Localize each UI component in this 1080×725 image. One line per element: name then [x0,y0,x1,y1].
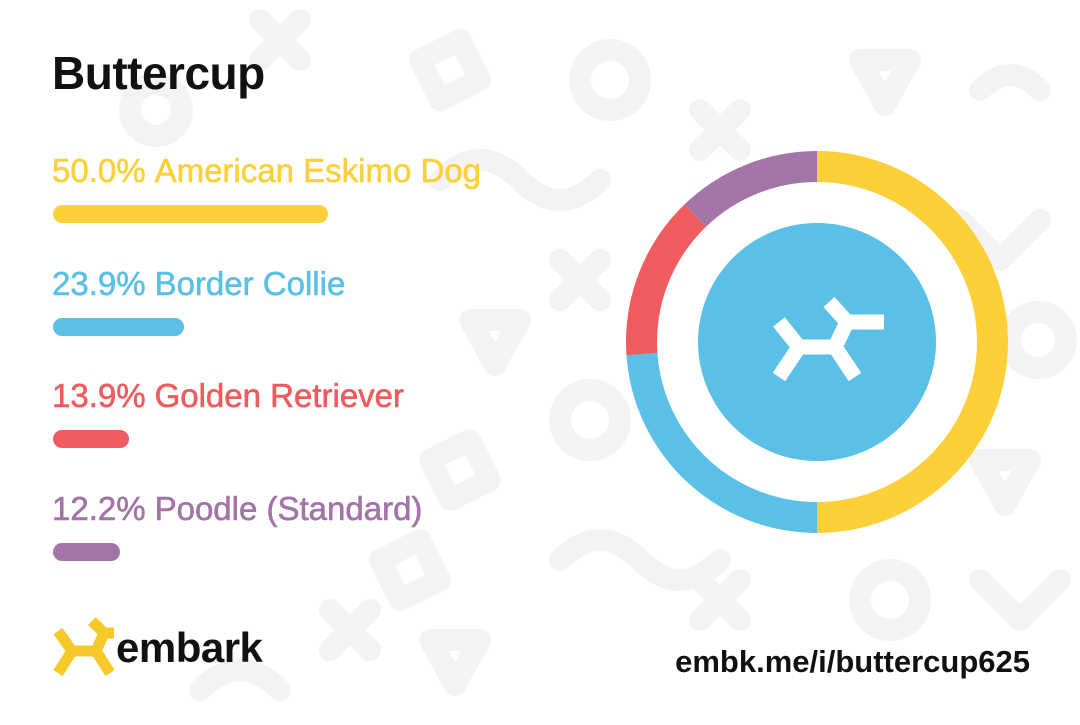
breed-percent: 23.9% [52,264,146,302]
breed-percent-bar [53,317,184,336]
breed-percent: 12.2% [52,489,146,527]
breed-percent-bar [53,542,120,561]
breed-name: Poodle (Standard) [154,489,423,527]
breed-row: 50.0% American Eskimo Dog [52,152,482,223]
breed-label: 50.0% American Eskimo Dog [52,152,482,190]
embark-dog-icon [53,617,114,676]
donut-slice-golden-retriever [626,204,707,356]
breed-row: 23.9% Border Collie [52,264,346,336]
dog-name-title: Buttercup [52,47,265,99]
donut-slice-poodle-standard [684,151,817,227]
breed-percent-bar [53,205,328,223]
breed-percent-bar [53,430,129,448]
breed-percent: 13.9% [52,377,146,415]
breed-label: 12.2% Poodle (Standard) [52,489,423,528]
breed-label: 13.9% Golden Retriever [52,377,405,415]
breed-row: 12.2% Poodle (Standard) [52,489,423,561]
breed-name: Border Collie [154,264,346,302]
breed-row: 13.9% Golden Retriever [52,377,405,448]
breed-percent: 50.0% [52,152,146,190]
share-link[interactable]: embk.me/i/buttercup625 [675,644,1030,680]
breed-name: American Eskimo Dog [154,152,482,190]
breed-name: Golden Retriever [154,377,405,415]
embark-wordmark: embark [116,624,263,671]
ancestry-donut-chart [626,151,1008,533]
breed-label: 23.9% Border Collie [52,264,346,303]
